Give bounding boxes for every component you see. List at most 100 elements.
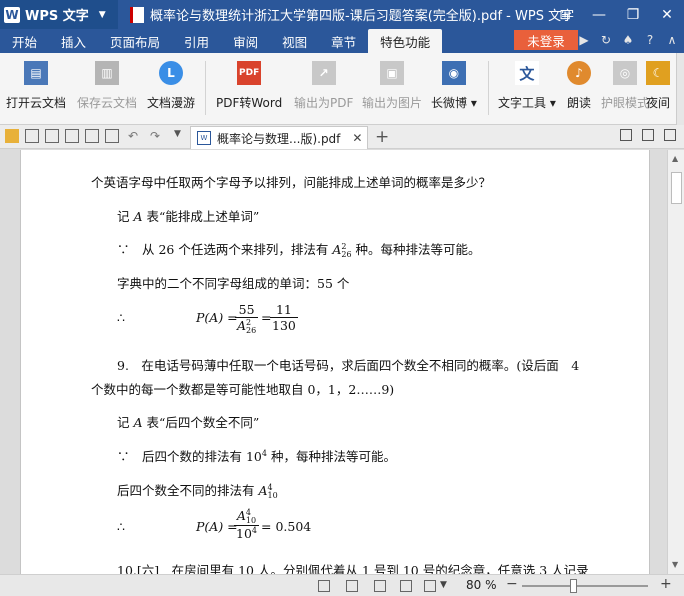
login-button[interactable]: 未登录	[514, 30, 578, 50]
tab-references[interactable]: 引用	[172, 29, 221, 53]
therefore-symbol: ∴	[117, 310, 125, 325]
minimize-button[interactable]: —	[582, 0, 616, 29]
doc-roam-button[interactable]: L 文档漫游	[147, 59, 195, 117]
print-preview-icon[interactable]	[85, 129, 99, 143]
text-line: 10.[六] 在房间里有 10 人。分别佩代着从 1 号到 10 号的纪念章，任…	[117, 563, 589, 574]
zoom-out-button[interactable]: −	[506, 576, 518, 592]
divider	[488, 61, 489, 115]
scroll-up-icon[interactable]: ▲	[672, 154, 681, 163]
export-icon[interactable]	[45, 129, 59, 143]
document-area: 个英语字母中任取两个字母予以排列，问能排成上述单词的概率是多少？ 记 A 表“能…	[0, 150, 667, 574]
weibo-icon: ◉	[441, 61, 466, 85]
read-view-icon[interactable]	[400, 580, 412, 592]
word-doc-icon: W	[197, 131, 211, 145]
document-page[interactable]: 个英语字母中任取两个字母予以排列，问能排成上述单词的概率是多少？ 记 A 表“能…	[20, 150, 650, 574]
divider	[205, 61, 206, 115]
title-bar: W WPS 文字 ▼ 概率论与数理统计浙江大学第四版-课后习题答案(完全版).p…	[0, 0, 684, 29]
document-tab-label: 概率论与数理...版).pdf	[217, 131, 341, 146]
text-line: 9. 在电话号码薄中任取一个电话号码，求后面四个数全不相同的概率。(设后面 4	[117, 358, 580, 373]
tab-home[interactable]: 开始	[0, 29, 49, 53]
help-icon[interactable]: ?	[642, 31, 658, 49]
vertical-scrollbar[interactable]: ▲ ▼	[667, 150, 684, 574]
pdf-word-icon: PDF	[237, 61, 262, 85]
scroll-down-icon[interactable]: ▼	[672, 560, 681, 569]
tab-insert[interactable]: 插入	[49, 29, 98, 53]
close-tab-icon[interactable]: ✕	[352, 131, 362, 145]
eye-protect-icon[interactable]	[424, 580, 436, 592]
moon-icon: ☾	[646, 61, 670, 85]
close-button[interactable]: ✕	[650, 0, 684, 29]
zoom-in-button[interactable]: +	[660, 576, 672, 592]
wps-logo-icon: W	[4, 6, 20, 23]
therefore-symbol: ∴	[117, 519, 125, 534]
status-bar: ▼ 80 % − +	[0, 574, 684, 596]
print-icon[interactable]	[65, 129, 79, 143]
equation-lhs: P(A) =	[196, 519, 238, 534]
save-cloud-icon: ▥	[95, 61, 119, 85]
fraction: 55 A 2 26	[235, 302, 259, 335]
folder-cloud-icon: ▤	[24, 61, 48, 85]
export-pdf-button: ↗ 输出为PDF	[294, 59, 353, 117]
window-title: 概率论与数理统计浙江大学第四版-课后习题答案(完全版).pdf - WPS 文字	[150, 9, 575, 24]
web-view-icon[interactable]	[346, 580, 358, 592]
text-line: 记 A 表“后四个数全不同”	[117, 415, 260, 430]
fraction: A 4 10 104	[234, 507, 259, 541]
page-view-icon[interactable]	[318, 580, 330, 592]
equation-rhs: = 0.504	[261, 519, 312, 534]
text-line: 后四个数全不同的排法有 A 4 10	[117, 482, 278, 500]
new-tab-button[interactable]: +	[375, 127, 389, 147]
microphone-icon: ♪	[567, 61, 591, 85]
preview-icon[interactable]	[105, 129, 119, 143]
zoom-slider-track[interactable]	[522, 585, 648, 587]
skin-icon[interactable]: ⊞	[548, 0, 582, 29]
zoom-level[interactable]: 80 %	[466, 578, 497, 592]
play-icon[interactable]: ▶	[576, 31, 592, 49]
redo-icon[interactable]: ↷	[150, 129, 164, 143]
tab-special-features[interactable]: 特色功能	[368, 29, 443, 53]
cloud-icon: L	[159, 61, 183, 85]
night-mode-button[interactable]: ☾ 夜间	[646, 59, 670, 117]
chevron-down-icon[interactable]: ▼	[440, 580, 447, 590]
zoom-slider-thumb[interactable]	[570, 579, 577, 593]
equation-lhs: P(A) =	[196, 310, 238, 325]
restore-doc-icon[interactable]	[642, 129, 654, 141]
long-weibo-button[interactable]: ◉ 长微博 ▾	[431, 59, 477, 117]
chevron-down-icon[interactable]: ▼	[174, 129, 188, 143]
refresh-icon[interactable]: ↻	[598, 31, 614, 49]
export-pdf-icon: ↗	[311, 61, 336, 85]
pdf-to-word-button[interactable]: PDF PDF转Word	[216, 59, 282, 117]
text-line: 字典中的二个不同字母组成的单词：55 个	[117, 276, 350, 291]
shirt-icon[interactable]: ♠	[620, 31, 636, 49]
export-image-button: ▣ 输出为图片	[362, 59, 422, 117]
undo-icon[interactable]: ↶	[128, 129, 142, 143]
chevron-down-icon: ▼	[98, 9, 106, 20]
document-tab[interactable]: W 概率论与数理...版).pdf ✕	[190, 126, 368, 149]
tab-review[interactable]: 审阅	[221, 29, 270, 53]
tab-page-layout[interactable]: 页面布局	[98, 29, 172, 53]
eye-mode-button[interactable]: ◎ 护眼模式	[601, 59, 649, 117]
chevron-up-icon[interactable]: ∧	[664, 31, 680, 49]
export-image-icon: ▣	[380, 61, 404, 85]
fraction: 11 130	[270, 302, 298, 333]
open-cloud-doc-button[interactable]: ▤ 打开云文档	[6, 59, 66, 117]
restore-button[interactable]: ❐	[616, 0, 650, 29]
outline-view-icon[interactable]	[374, 580, 386, 592]
text-tools-icon: 文	[514, 61, 539, 85]
text-line: ∵ 从 26 个任选两个来排列，排法有 A 2 26 种。每种排法等可能。	[117, 241, 481, 259]
save-icon[interactable]	[25, 129, 39, 143]
close-doc-icon[interactable]	[664, 129, 676, 141]
tab-view[interactable]: 视图	[270, 29, 319, 53]
read-aloud-button[interactable]: ♪ 朗读	[567, 59, 591, 117]
save-cloud-doc-button: ▥ 保存云文档	[77, 59, 137, 117]
text-tools-button[interactable]: 文 文字工具 ▾	[498, 59, 556, 117]
tab-sections[interactable]: 章节	[319, 29, 368, 53]
tab-list-icon[interactable]	[620, 129, 632, 141]
scrollbar-thumb[interactable]	[671, 172, 682, 204]
text-line: ∵ 后四个数的排法有 104 种，每种排法等可能。	[117, 448, 396, 464]
app-menu-button[interactable]: W WPS 文字 ▼	[0, 0, 118, 29]
ribbon: ▤ 打开云文档 ▥ 保存云文档 L 文档漫游 PDF PDF转Word ↗ 输出…	[0, 53, 684, 125]
text-line: 个英语字母中任取两个字母予以排列，问能排成上述单词的概率是多少？	[91, 175, 492, 190]
ribbon-scrollbar[interactable]	[676, 53, 684, 125]
quick-toolbar: ↶ ↷ ▼ W 概率论与数理...版).pdf ✕ +	[0, 125, 684, 149]
open-folder-icon[interactable]	[5, 129, 19, 143]
